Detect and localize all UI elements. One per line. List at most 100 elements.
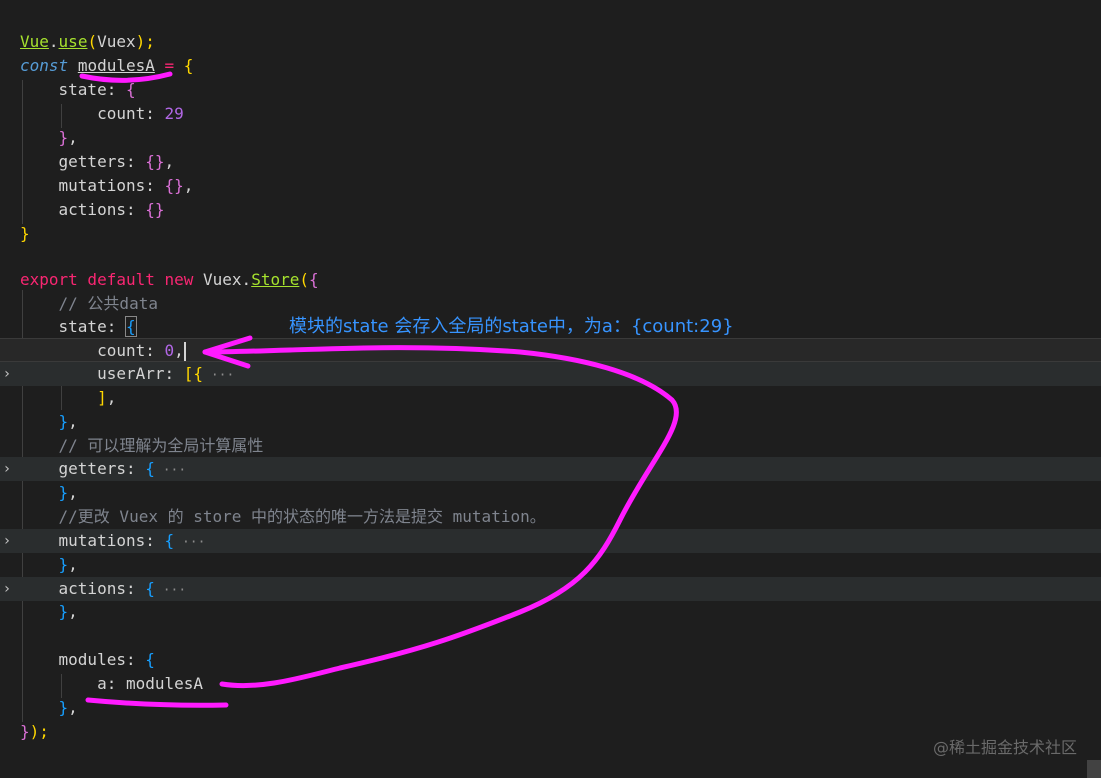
token: mutations: <box>58 531 165 550</box>
token: modulesA <box>77 56 155 75</box>
code-line[interactable]: mutations: {}, <box>0 174 1101 198</box>
token: Vuex <box>97 32 136 51</box>
token: mutations: <box>58 176 165 195</box>
token: ( <box>299 270 309 289</box>
token: , <box>68 555 78 574</box>
code-line-folded[interactable]: › userArr: [{ ··· <box>0 362 1101 386</box>
token: } <box>58 602 69 621</box>
fold-ellipsis[interactable]: ··· <box>155 463 187 478</box>
token: modules: <box>58 650 146 669</box>
fold-chevron-icon[interactable]: › <box>0 577 14 601</box>
token: ); <box>29 722 49 741</box>
token: export <box>20 270 78 289</box>
code-line[interactable]: // 可以理解为全局计算属性 <box>0 434 1101 458</box>
token: , <box>68 483 78 502</box>
token: getters: <box>58 459 146 478</box>
code-line-folded[interactable]: › getters: { ··· <box>0 457 1101 481</box>
token: userArr: <box>97 364 184 383</box>
token: , <box>183 176 194 195</box>
token: } <box>20 722 30 741</box>
token: { <box>145 650 155 669</box>
code-line-folded[interactable]: › mutations: { ··· <box>0 529 1101 553</box>
token: count: <box>97 104 165 123</box>
code-line[interactable]: }, <box>0 481 1101 505</box>
code-line[interactable]: getters: {}, <box>0 150 1101 174</box>
token: ] <box>97 388 107 407</box>
code-line[interactable]: ], <box>0 386 1101 410</box>
code-line[interactable]: const modulesA = { <box>0 54 1101 78</box>
token: state: <box>58 317 126 336</box>
token: } <box>58 698 69 717</box>
code-line[interactable]: } <box>0 222 1101 246</box>
scrollbar-thumb[interactable] <box>1087 760 1101 778</box>
fold-chevron-icon[interactable]: › <box>0 362 14 386</box>
token: } <box>58 555 69 574</box>
code-line[interactable]: actions: {} <box>0 198 1101 222</box>
comment: //更改 Vuex 的 store 中的状态的唯一方法是提交 mutation。 <box>58 507 546 526</box>
code-line[interactable]: }, <box>0 553 1101 577</box>
token: count: <box>97 341 165 360</box>
fold-chevron-icon[interactable]: › <box>0 457 14 481</box>
token: , <box>68 128 78 147</box>
code-line[interactable]: export default new Vuex.Store({ <box>0 268 1101 292</box>
comment: // 可以理解为全局计算属性 <box>58 436 264 455</box>
code-line-folded[interactable]: › actions: { ··· <box>0 577 1101 601</box>
token: Vuex. <box>193 270 252 289</box>
token: } <box>58 412 69 431</box>
comment: // 公共data <box>58 294 158 313</box>
code-line[interactable]: }, <box>0 410 1101 434</box>
token: modulesA <box>125 674 204 693</box>
token: {} <box>164 176 184 195</box>
token: getters: <box>58 152 146 171</box>
token: , <box>68 412 78 431</box>
token: use <box>58 32 88 51</box>
fold-chevron-icon[interactable]: › <box>0 529 14 553</box>
token: ( <box>87 32 98 51</box>
code-line[interactable]: count: 29 <box>0 102 1101 126</box>
token: , <box>68 698 78 717</box>
token: Store <box>251 270 300 289</box>
watermark: @稀土掘金技术社区 <box>932 738 1077 757</box>
fold-ellipsis[interactable]: ··· <box>203 368 235 383</box>
token: , <box>164 152 175 171</box>
annotation-text: 模块的state 会存入全局的state中，为a：{count:29} <box>289 316 734 337</box>
token: 0 <box>164 341 175 360</box>
token: { <box>183 56 194 75</box>
token: const <box>20 56 69 75</box>
code-line[interactable]: }, <box>0 696 1101 720</box>
code-line[interactable]: //更改 Vuex 的 store 中的状态的唯一方法是提交 mutation。 <box>0 505 1101 529</box>
token: { <box>125 80 136 99</box>
token: ); <box>135 32 155 51</box>
token: { <box>164 531 175 550</box>
code-line[interactable]: state: { <box>0 78 1101 102</box>
token: , <box>106 388 117 407</box>
token: 29 <box>164 104 184 123</box>
token: } <box>58 128 69 147</box>
code-line[interactable]: a: modulesA <box>0 672 1101 696</box>
text-cursor <box>183 342 186 361</box>
token: } <box>58 483 69 502</box>
token: {} <box>145 200 165 219</box>
token: actions: <box>58 579 146 598</box>
code-line[interactable]: }, <box>0 126 1101 150</box>
token: [{ <box>183 364 204 383</box>
fold-ellipsis[interactable]: ··· <box>174 535 206 550</box>
token: a: <box>97 674 126 693</box>
code-line-active[interactable]: count: 0, <box>0 338 1101 362</box>
token: = <box>154 56 184 75</box>
token: . <box>48 32 59 51</box>
code-line[interactable]: modules: { <box>0 648 1101 672</box>
token: Vue <box>20 32 49 51</box>
token: { <box>145 459 155 478</box>
code-line[interactable]: Vue.use(Vuex); <box>0 30 1101 54</box>
token: { <box>125 316 137 337</box>
code-line[interactable]: }, <box>0 600 1101 624</box>
token: {} <box>145 152 165 171</box>
token: , <box>68 602 78 621</box>
token: actions: <box>58 200 146 219</box>
token: state: <box>58 80 126 99</box>
token: } <box>20 224 30 243</box>
token: new <box>154 270 194 289</box>
fold-ellipsis[interactable]: ··· <box>155 583 187 598</box>
token: , <box>174 341 184 360</box>
